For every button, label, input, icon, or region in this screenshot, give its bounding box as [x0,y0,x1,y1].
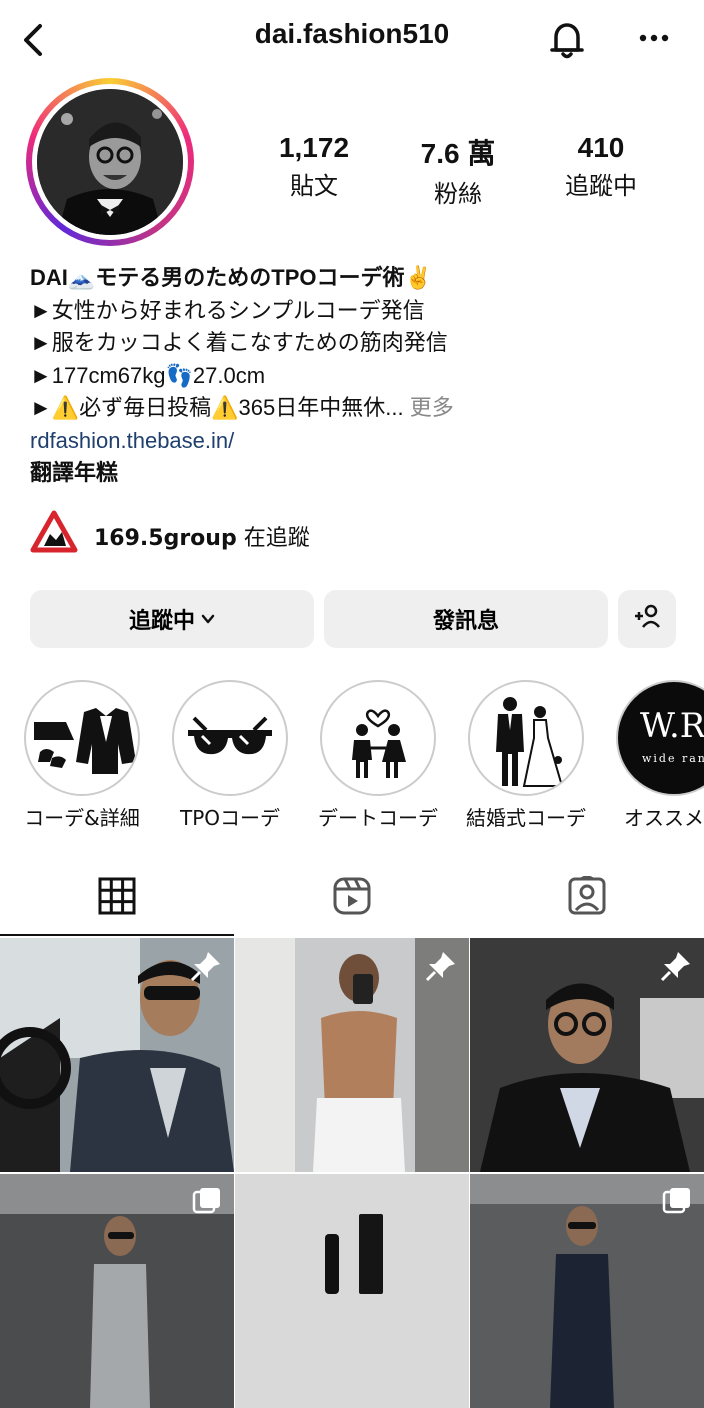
highlight-cover-wr-logo: W.R wide rang [616,680,704,796]
post-thumbnail[interactable] [0,1174,234,1408]
highlight-label: 結婚式コーデ [466,806,586,830]
profile-bio: DAI🗻モテる男のためのTPOコーデ術✌️ ►女性から好まれるシンプルコーデ発信… [30,262,690,490]
top-bar: dai.fashion510 [0,0,704,80]
more-options-icon[interactable] [636,20,672,56]
profile-username: dai.fashion510 [254,18,450,49]
highlight-cover-sunglasses-icon [172,680,288,796]
followers-stat[interactable]: 7.6 萬 粉絲 [388,132,528,209]
post-thumbnail[interactable] [470,938,704,1172]
following-button-label: 追蹤中 [128,608,195,633]
following-label: 追蹤中 [565,172,637,200]
highlight-cover-clothes-icon [24,680,140,796]
followed-by-group[interactable]: 169.5group 在追蹤 [30,510,690,562]
bio-line-4-wrap: ►⚠️必ず毎日投稿⚠️365日年中無休... 更多 [30,392,690,425]
highlight-wr-title: W.R [640,706,704,746]
posts-label: 貼文 [290,172,338,200]
group-suffix: 在追蹤 [243,526,310,551]
profile-tabs [0,860,704,936]
highlight-tpo[interactable]: TPOコーデ [170,680,290,831]
bio-more-link[interactable]: 更多 [410,395,454,420]
bio-line-3: ►177cm67kg👣27.0cm [30,362,266,388]
followers-count: 7.6 萬 [420,138,496,169]
group-text: 169.5group 在追蹤 [94,520,310,552]
following-stat[interactable]: 410 追蹤中 [531,132,671,201]
post-thumbnail[interactable] [235,1174,469,1408]
pinned-icon [425,950,457,982]
posts-count: 1,172 [278,132,350,163]
multiple-photos-icon [192,1186,222,1216]
highlight-outfit-details[interactable]: コーデ&詳細 [22,680,142,831]
add-user-icon [632,601,662,637]
highlight-cover-wedding-icon [468,680,584,796]
post-thumbnail[interactable] [470,1174,704,1408]
chevron-down-icon [201,606,215,632]
highlight-label: コーデ&詳細 [24,806,140,830]
reels-icon [332,876,372,920]
message-button-label: 發訊息 [432,608,499,633]
grid-icon [98,877,136,919]
bio-website-link[interactable]: rdfashion.thebase.in/ [30,425,690,458]
group-name: 169.5group [94,526,237,551]
tab-tagged[interactable] [470,860,704,936]
avatar [37,89,183,235]
highlight-label: デートコーデ [318,806,438,830]
post-thumbnail[interactable] [0,938,234,1172]
following-count: 410 [577,132,625,163]
active-tab-indicator [0,934,234,936]
highlight-recommended[interactable]: W.R wide rang オススメ商 [614,680,704,831]
pinned-icon [660,950,692,982]
tagged-icon [567,874,607,920]
posts-stat[interactable]: 1,172 貼文 [244,132,384,201]
post-thumbnail[interactable] [235,938,469,1172]
translate-link[interactable]: 翻譯年糕 [30,457,690,490]
message-button[interactable]: 發訊息 [324,590,608,648]
pinned-icon [190,950,222,982]
multiple-photos-icon [662,1186,692,1216]
bio-line-2: ►服をカッコよく着こなすための筋肉発信 [30,330,448,355]
highlight-wedding[interactable]: 結婚式コーデ [466,680,586,831]
followers-label: 粉絲 [434,180,482,208]
profile-avatar-ring[interactable] [26,78,194,246]
bell-icon[interactable] [545,18,589,62]
tab-reels[interactable] [235,860,469,936]
highlight-cover-couple-icon [320,680,436,796]
bio-name-line: DAI🗻モテる男のためのTPOコーデ術✌️ [30,265,432,290]
highlight-label: TPOコーデ [179,806,281,830]
highlight-label: オススメ商 [624,806,704,830]
bio-line-1: ►女性から好まれるシンプルコーデ発信 [30,297,425,323]
following-button[interactable]: 追蹤中 [30,590,314,648]
group-warning-sign-icon [30,510,78,554]
add-user-button[interactable] [618,590,676,648]
bio-line-4: ►⚠️必ず毎日投稿⚠️365日年中無休... [30,395,404,420]
tab-posts[interactable] [0,860,234,936]
highlight-date[interactable]: デートコーデ [318,680,438,831]
highlight-wr-sub: wide rang [642,752,704,765]
